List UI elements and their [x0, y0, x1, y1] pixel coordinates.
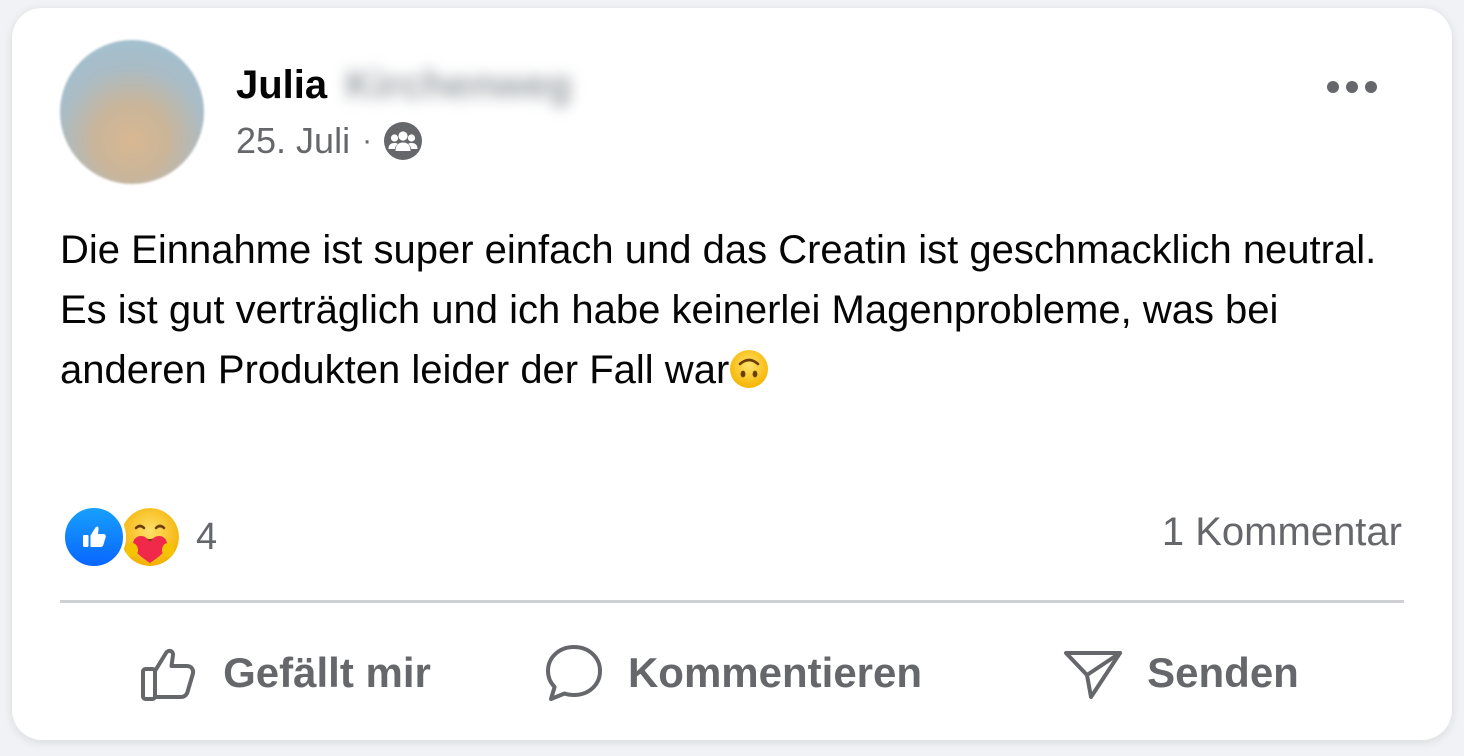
- more-horizontal-icon: [1327, 81, 1377, 93]
- divider: [60, 600, 1404, 603]
- avatar[interactable]: [60, 40, 204, 184]
- post-meta: 25. Juli ·: [236, 120, 423, 162]
- reactions-summary[interactable]: 4: [62, 505, 218, 569]
- meta-separator: ·: [362, 124, 373, 157]
- author-name[interactable]: Julia: [236, 63, 327, 108]
- care-reaction-icon: [118, 505, 182, 569]
- reaction-count: 4: [196, 515, 218, 558]
- send-button[interactable]: Senden: [956, 628, 1404, 718]
- comment-button[interactable]: Kommentieren: [508, 628, 956, 718]
- author-surname-blurred[interactable]: Kirchenweg: [345, 63, 572, 108]
- upside-down-face-emoji: [730, 350, 769, 388]
- comment-count-link[interactable]: 1 Kommentar: [1162, 510, 1402, 555]
- more-options-button[interactable]: [1320, 72, 1384, 102]
- post-text: Die Einnahme ist super einfach und das C…: [60, 220, 1400, 400]
- thumbs-up-icon: [141, 648, 196, 701]
- like-reaction-icon: [62, 505, 126, 569]
- post-card: Julia Kirchenweg 25. Juli · Die Einnahme…: [12, 8, 1452, 740]
- comment-label: Kommentieren: [627, 649, 923, 696]
- like-button[interactable]: Gefällt mir: [60, 628, 508, 718]
- action-bar: Gefällt mir Kommentieren Senden: [60, 628, 1404, 718]
- send-icon: [1064, 651, 1123, 699]
- like-label: Gefällt mir: [223, 649, 431, 696]
- group-icon[interactable]: [384, 122, 423, 160]
- post-body: Die Einnahme ist super einfach und das C…: [60, 228, 1377, 392]
- author-row: Julia Kirchenweg: [236, 60, 572, 110]
- post-date[interactable]: 25. Juli: [236, 120, 350, 162]
- speech-bubble-icon: [545, 645, 602, 701]
- send-label: Senden: [1147, 649, 1299, 696]
